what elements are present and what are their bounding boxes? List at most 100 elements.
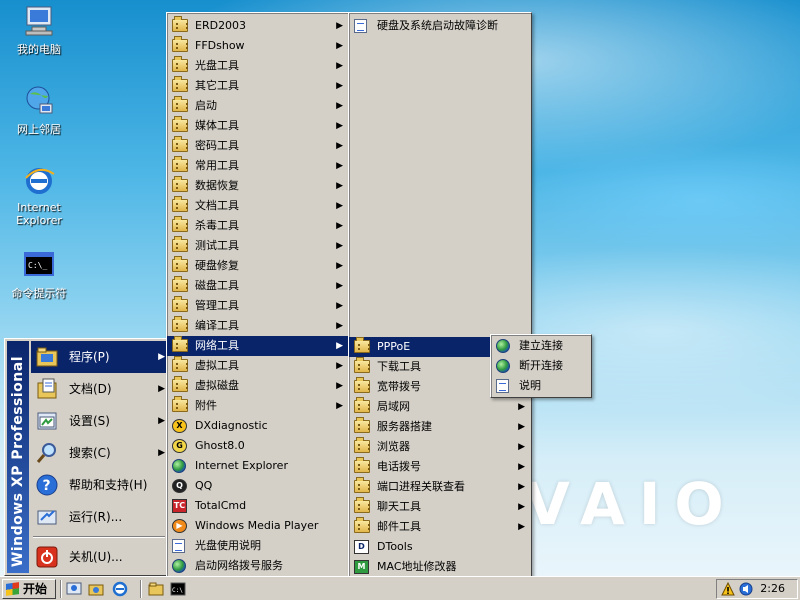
programs-menu-item[interactable]: 管理工具 ▶ xyxy=(167,296,349,316)
taskbar-separator xyxy=(140,580,142,598)
programs-menu-item[interactable]: 磁盘工具 ▶ xyxy=(167,276,349,296)
network-menu-item[interactable]: D DTools xyxy=(349,537,531,557)
programs-menu-item[interactable]: 其它工具 ▶ xyxy=(167,76,349,96)
network-menu-item[interactable]: 聊天工具 ▶ xyxy=(349,497,531,517)
programs-menu-item[interactable]: 启动网络拨号服务 xyxy=(167,556,349,576)
programs-menu-item-label: 硬盘修复 xyxy=(195,259,239,272)
media-player-icon: ▶ xyxy=(172,519,188,533)
network-menu-item[interactable]: M MAC地址修改器 xyxy=(349,557,531,577)
desktop-icon-label: 我的电脑 xyxy=(17,43,61,56)
network-menu-item[interactable]: 邮件工具 ▶ xyxy=(349,517,531,537)
start-item-search[interactable]: 搜索(C) ▶ xyxy=(31,437,167,469)
network-menu-item-label: 聊天工具 xyxy=(377,500,421,513)
folder-icon xyxy=(354,377,370,394)
network-menu-item-label: 电话拨号 xyxy=(377,460,421,473)
folder-icon xyxy=(172,56,188,73)
folder-icon xyxy=(172,296,188,313)
programs-menu-item[interactable]: 测试工具 ▶ xyxy=(167,236,349,256)
security-alert-icon[interactable] xyxy=(721,581,735,599)
network-menu-item[interactable]: 服务器搭建 ▶ xyxy=(349,417,531,437)
programs-menu-item[interactable]: Internet Explorer xyxy=(167,456,349,476)
programs-menu-item[interactable]: 附件 ▶ xyxy=(167,396,349,416)
help-icon: ? xyxy=(35,473,59,497)
programs-menu-item[interactable]: 网络工具 ▶ xyxy=(167,336,349,356)
programs-menu-item-label: 其它工具 xyxy=(195,79,239,92)
folder-icon xyxy=(172,196,188,213)
menu-item-disconnect[interactable]: 断开连接 xyxy=(491,356,591,376)
network-menu-item-label: DTools xyxy=(377,540,413,553)
start-menu: Windows XP Professional 程序(P) ▶ 文档(D) ▶ … xyxy=(4,338,168,576)
programs-menu-item[interactable]: 文档工具 ▶ xyxy=(167,196,349,216)
quicklaunch-folder-icon[interactable] xyxy=(148,581,164,597)
svg-text:C:\_: C:\_ xyxy=(28,261,47,270)
quicklaunch-explorer-icon[interactable] xyxy=(88,581,104,597)
menu-item-create-connection[interactable]: 建立连接 xyxy=(491,336,591,356)
programs-menu-item[interactable]: 光盘工具 ▶ xyxy=(167,56,349,76)
programs-menu-item[interactable]: 编译工具 ▶ xyxy=(167,316,349,336)
network-menu-item[interactable]: 电话拨号 ▶ xyxy=(349,457,531,477)
computer-icon xyxy=(22,4,56,38)
folder-icon xyxy=(354,397,370,414)
programs-menu-item[interactable]: 光盘使用说明 xyxy=(167,536,349,556)
programs-menu-item-label: FFDshow xyxy=(195,39,245,52)
programs-menu-item[interactable]: 数据恢复 ▶ xyxy=(167,176,349,196)
programs-menu-item[interactable]: Q QQ xyxy=(167,476,349,496)
start-button[interactable]: 开始 xyxy=(2,579,56,599)
network-menu-item[interactable]: 浏览器 ▶ xyxy=(349,437,531,457)
programs-menu-item[interactable]: 杀毒工具 ▶ xyxy=(167,216,349,236)
quicklaunch-cmd-icon[interactable]: C:\ xyxy=(170,581,186,597)
programs-menu-item[interactable]: 媒体工具 ▶ xyxy=(167,116,349,136)
programs-menu-item[interactable]: 常用工具 ▶ xyxy=(167,156,349,176)
chevron-right-icon: ▶ xyxy=(336,281,343,291)
start-item-documents[interactable]: 文档(D) ▶ xyxy=(31,373,167,405)
search-icon xyxy=(35,441,59,465)
network-places-icon xyxy=(22,84,56,118)
programs-menu-item[interactable]: FFDshow ▶ xyxy=(167,36,349,56)
network-menu-item[interactable]: 局域网 ▶ xyxy=(349,397,531,417)
network-globe-icon xyxy=(496,339,512,353)
programs-menu-item[interactable]: X DXdiagnostic xyxy=(167,416,349,436)
programs-menu-item[interactable]: 密码工具 ▶ xyxy=(167,136,349,156)
chevron-right-icon: ▶ xyxy=(336,221,343,231)
chevron-right-icon: ▶ xyxy=(518,502,525,512)
folder-icon xyxy=(354,417,370,434)
dialup-icon xyxy=(172,559,188,573)
programs-menu-item[interactable]: ▶ Windows Media Player xyxy=(167,516,349,536)
programs-menu-item[interactable]: 启动 ▶ xyxy=(167,96,349,116)
chevron-right-icon: ▶ xyxy=(336,21,343,31)
programs-menu-item[interactable]: G Ghost8.0 xyxy=(167,436,349,456)
desktop-icon-network[interactable]: 网上邻居 xyxy=(4,84,74,137)
volume-icon[interactable] xyxy=(738,582,754,599)
folder-icon xyxy=(172,96,188,113)
start-item-shutdown[interactable]: 关机(U)... xyxy=(31,541,167,573)
start-item-run[interactable]: 运行(R)... xyxy=(31,501,167,533)
quicklaunch-ie-icon[interactable] xyxy=(112,581,128,597)
chevron-right-icon: ▶ xyxy=(518,522,525,532)
start-item-help[interactable]: ? 帮助和支持(H) xyxy=(31,469,167,501)
desktop-icon-my-computer[interactable]: 我的电脑 xyxy=(4,4,74,57)
start-item-programs[interactable]: 程序(P) ▶ xyxy=(31,341,167,373)
dtools-icon: D xyxy=(354,540,370,554)
network-menu-item[interactable]: 端口进程关联查看 ▶ xyxy=(349,477,531,497)
programs-menu-item[interactable]: TC TotalCmd xyxy=(167,496,349,516)
programs-menu-item[interactable]: 虚拟工具 ▶ xyxy=(167,356,349,376)
desktop-icon-cmd[interactable]: C:\_ 命令提示符 xyxy=(4,248,74,301)
help-doc-icon xyxy=(172,539,188,553)
quicklaunch-desktop-icon[interactable] xyxy=(66,581,82,597)
clock[interactable]: 2:26 xyxy=(760,582,785,595)
desktop-icon-ie[interactable]: Internet Explorer xyxy=(4,164,74,227)
chevron-right-icon: ▶ xyxy=(336,361,343,371)
programs-menu-item[interactable]: ERD2003 ▶ xyxy=(167,16,349,36)
programs-menu-item[interactable]: 硬盘修复 ▶ xyxy=(167,256,349,276)
menu-item-disk-boot-diagnosis[interactable]: 硬盘及系统启动故障诊断 xyxy=(349,16,531,36)
chevron-right-icon: ▶ xyxy=(336,121,343,131)
programs-menu-item[interactable]: 虚拟磁盘 ▶ xyxy=(167,376,349,396)
start-item-settings[interactable]: 设置(S) ▶ xyxy=(31,405,167,437)
chevron-right-icon: ▶ xyxy=(336,41,343,51)
start-menu-separator xyxy=(33,536,165,538)
programs-menu-item-label: Ghost8.0 xyxy=(195,439,245,452)
programs-menu-item-label: 密码工具 xyxy=(195,139,239,152)
menu-item-readme[interactable]: 说明 xyxy=(491,376,591,396)
network-menu-item-label: 宽带拨号 xyxy=(377,380,421,393)
network-globe-icon xyxy=(496,359,512,373)
